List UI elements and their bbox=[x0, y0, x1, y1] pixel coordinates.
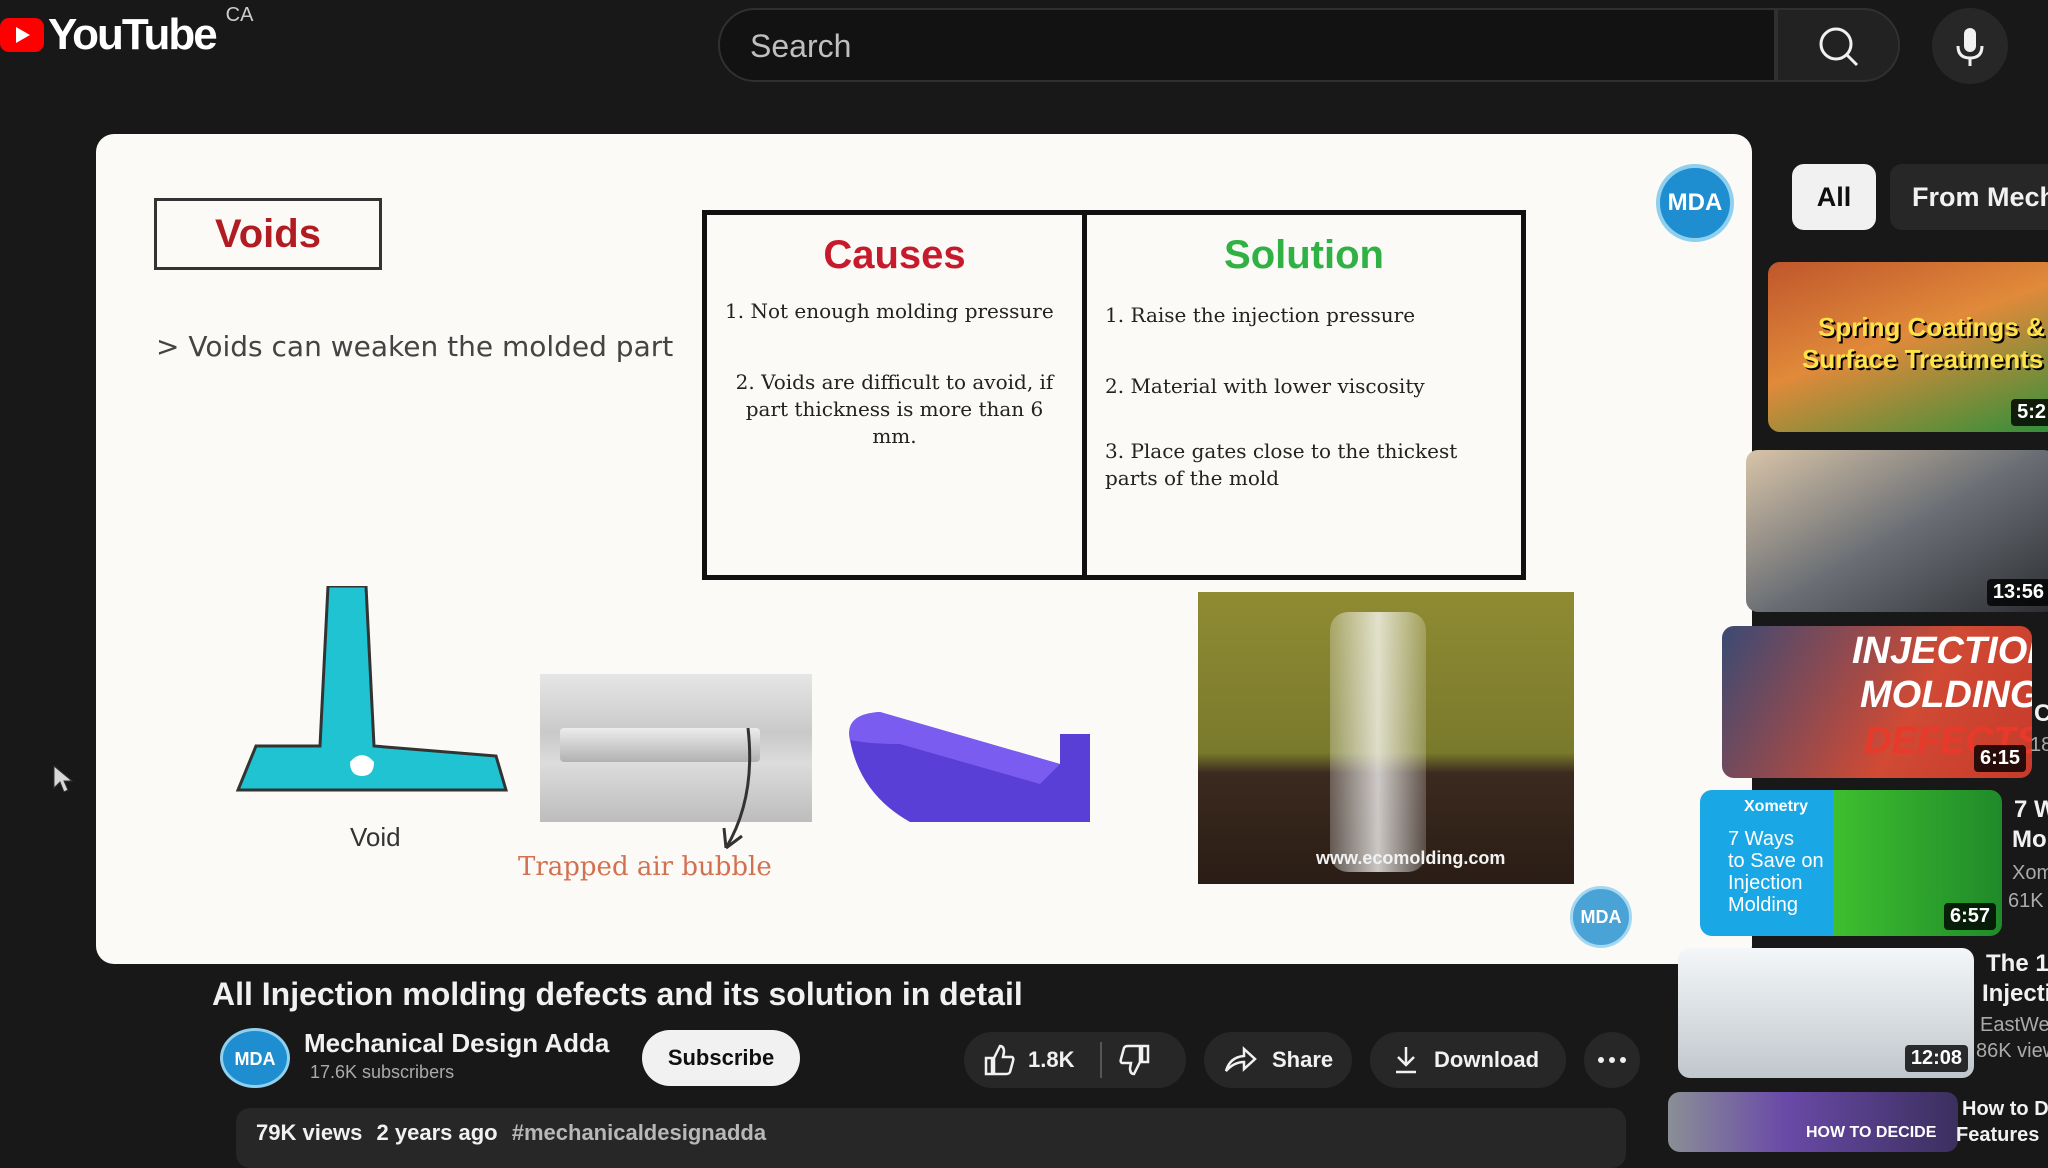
logo-text: YouTube bbox=[48, 10, 218, 59]
thumbnail-text: Injection bbox=[1728, 872, 1803, 894]
search-input[interactable]: Search bbox=[718, 8, 1776, 82]
solution-heading: Solution bbox=[1224, 233, 1384, 277]
like-button[interactable]: 1.8K bbox=[964, 1044, 1074, 1076]
hashtag-link[interactable]: #mechanicaldesignadda bbox=[512, 1120, 766, 1145]
thumbnail-text: MOLDING bbox=[1860, 674, 2032, 716]
video-title: All Injection molding defects and its so… bbox=[212, 976, 1023, 1012]
solution-item: 3. Place gates close to the thickest par… bbox=[1105, 439, 1458, 490]
recommendation-title[interactable]: C bbox=[2034, 700, 2048, 728]
thumbs-up-icon bbox=[984, 1044, 1015, 1076]
channel-name[interactable]: Mechanical Design Adda bbox=[304, 1028, 609, 1059]
solution-item: 2. Material with lower viscosity bbox=[1105, 374, 1425, 398]
share-button[interactable]: Share bbox=[1204, 1032, 1352, 1088]
video-duration: 13:56 bbox=[1986, 579, 2048, 606]
video-player[interactable]: Voids > Voids can weaken the molded part… bbox=[96, 134, 1752, 964]
recommendation-thumbnail[interactable]: Xometry 7 Ways to Save on Injection Mold… bbox=[1700, 790, 2002, 936]
thumbs-down-icon bbox=[1119, 1044, 1150, 1076]
search-icon bbox=[1819, 27, 1859, 67]
channel-avatar[interactable]: MDA bbox=[220, 1028, 290, 1088]
thumbnail-text: Molding bbox=[1728, 894, 1799, 916]
recommendation-thumbnail[interactable]: HOW TO DECIDE bbox=[1668, 1092, 1958, 1152]
recommendation-title[interactable]: The 1 bbox=[1986, 950, 2048, 978]
filter-chip-all[interactable]: All bbox=[1792, 164, 1876, 230]
divider bbox=[1100, 1042, 1103, 1078]
causes-solution-table: Causes 1. Not enough molding pressure 2.… bbox=[702, 210, 1526, 580]
video-duration: 6:57 bbox=[1943, 903, 1996, 930]
recommendation-meta: 18 bbox=[2030, 734, 2048, 756]
thumbnail-text: Xometry bbox=[1744, 798, 1809, 815]
youtube-logo[interactable]: YouTube CA bbox=[0, 4, 253, 60]
purple-part-photo bbox=[849, 712, 1090, 822]
more-actions-button[interactable] bbox=[1584, 1032, 1640, 1088]
like-dislike-group: 1.8K bbox=[964, 1032, 1186, 1088]
recommendation-meta: EastWe bbox=[1980, 1014, 2048, 1036]
trapped-air-label: Trapped air bubble bbox=[518, 852, 772, 882]
video-duration: 6:15 bbox=[1973, 745, 2026, 772]
country-code: CA bbox=[225, 3, 254, 26]
mda-badge: MDA bbox=[1656, 164, 1734, 242]
slide-note: > Voids can weaken the molded part bbox=[156, 330, 674, 363]
thumbnail-text: HOW TO DECIDE bbox=[1806, 1124, 1937, 1141]
search-placeholder: Search bbox=[750, 28, 852, 64]
recommendation-title[interactable]: 7 W bbox=[2014, 796, 2048, 824]
like-count: 1.8K bbox=[1028, 1047, 1075, 1072]
more-icon bbox=[1598, 1057, 1626, 1063]
image-credit: www.ecomolding.com bbox=[1316, 848, 1506, 868]
download-label: Download bbox=[1434, 1047, 1540, 1072]
void-diagram bbox=[235, 586, 509, 792]
causes-column: Causes 1. Not enough molding pressure 2.… bbox=[707, 215, 1087, 575]
subscribe-button[interactable]: Subscribe bbox=[642, 1030, 800, 1086]
search-button[interactable] bbox=[1776, 8, 1900, 82]
dislike-button[interactable] bbox=[1118, 1044, 1152, 1076]
solution-column: Solution 1. Raise the injection pressure… bbox=[1087, 215, 1521, 575]
upload-age: 2 years ago bbox=[376, 1120, 498, 1145]
arrow-icon bbox=[722, 728, 752, 850]
recommendation-title[interactable]: How to D bbox=[1962, 1098, 2048, 1121]
filter-chip-from-channel[interactable]: From Mecha bbox=[1890, 164, 2048, 230]
mda-watermark: MDA bbox=[1570, 886, 1632, 948]
thumbnail-text: Spring Coatings & bbox=[1818, 312, 2045, 342]
view-count: 79K views bbox=[256, 1120, 363, 1145]
recommendation-title[interactable]: Mo bbox=[2012, 826, 2047, 854]
subscriber-count: 17.6K subscribers bbox=[310, 1062, 455, 1082]
slide-title: Voids bbox=[154, 198, 382, 270]
share-icon bbox=[1224, 1046, 1257, 1072]
cause-item: 1. Not enough molding pressure bbox=[725, 299, 1054, 323]
video-duration: 12:08 bbox=[1904, 1045, 1968, 1072]
recommendation-meta: 86K view bbox=[1976, 1040, 2048, 1062]
microphone-icon bbox=[1956, 28, 1984, 66]
mouse-cursor-icon bbox=[53, 764, 74, 793]
youtube-play-icon bbox=[0, 18, 44, 52]
void-label: Void bbox=[350, 822, 401, 852]
download-icon bbox=[1396, 1047, 1416, 1074]
thumbnail-text: INJECTION bbox=[1852, 630, 2032, 672]
thumbnail-text: 7 Ways bbox=[1728, 828, 1794, 850]
solution-item: 1. Raise the injection pressure bbox=[1105, 303, 1416, 327]
voice-search-button[interactable] bbox=[1932, 8, 2008, 84]
causes-heading: Causes bbox=[823, 233, 966, 277]
recommendation-thumbnail[interactable]: Spring Coatings & Surface Treatments 5:2 bbox=[1768, 262, 2048, 432]
recommendation-meta: Xom bbox=[2012, 862, 2048, 884]
recommendation-title[interactable]: Injecti bbox=[1982, 980, 2048, 1008]
glass-bubbles-photo: www.ecomolding.com bbox=[1198, 592, 1574, 884]
recommendation-thumbnail[interactable]: 13:56 bbox=[1746, 450, 2048, 612]
recommendation-thumbnail[interactable]: INJECTION MOLDING DEFECTS 6:15 bbox=[1722, 626, 2032, 778]
recommendation-title[interactable]: Features bbox=[1956, 1124, 2039, 1147]
cause-item: 2. Voids are difficult to avoid, if part… bbox=[735, 370, 1054, 448]
thumbnail-text: to Save on bbox=[1728, 850, 1824, 872]
description-box[interactable]: 79K views 2 years ago #mechanicaldesigna… bbox=[236, 1108, 1626, 1168]
recommendation-meta: 61K v bbox=[2008, 890, 2048, 912]
share-label: Share bbox=[1272, 1047, 1334, 1072]
video-duration: 5:2 bbox=[2011, 399, 2048, 426]
download-button[interactable]: Download bbox=[1370, 1032, 1566, 1088]
recommendation-thumbnail[interactable]: 12:08 bbox=[1678, 948, 1974, 1078]
thumbnail-text: Surface Treatments bbox=[1802, 344, 2044, 374]
